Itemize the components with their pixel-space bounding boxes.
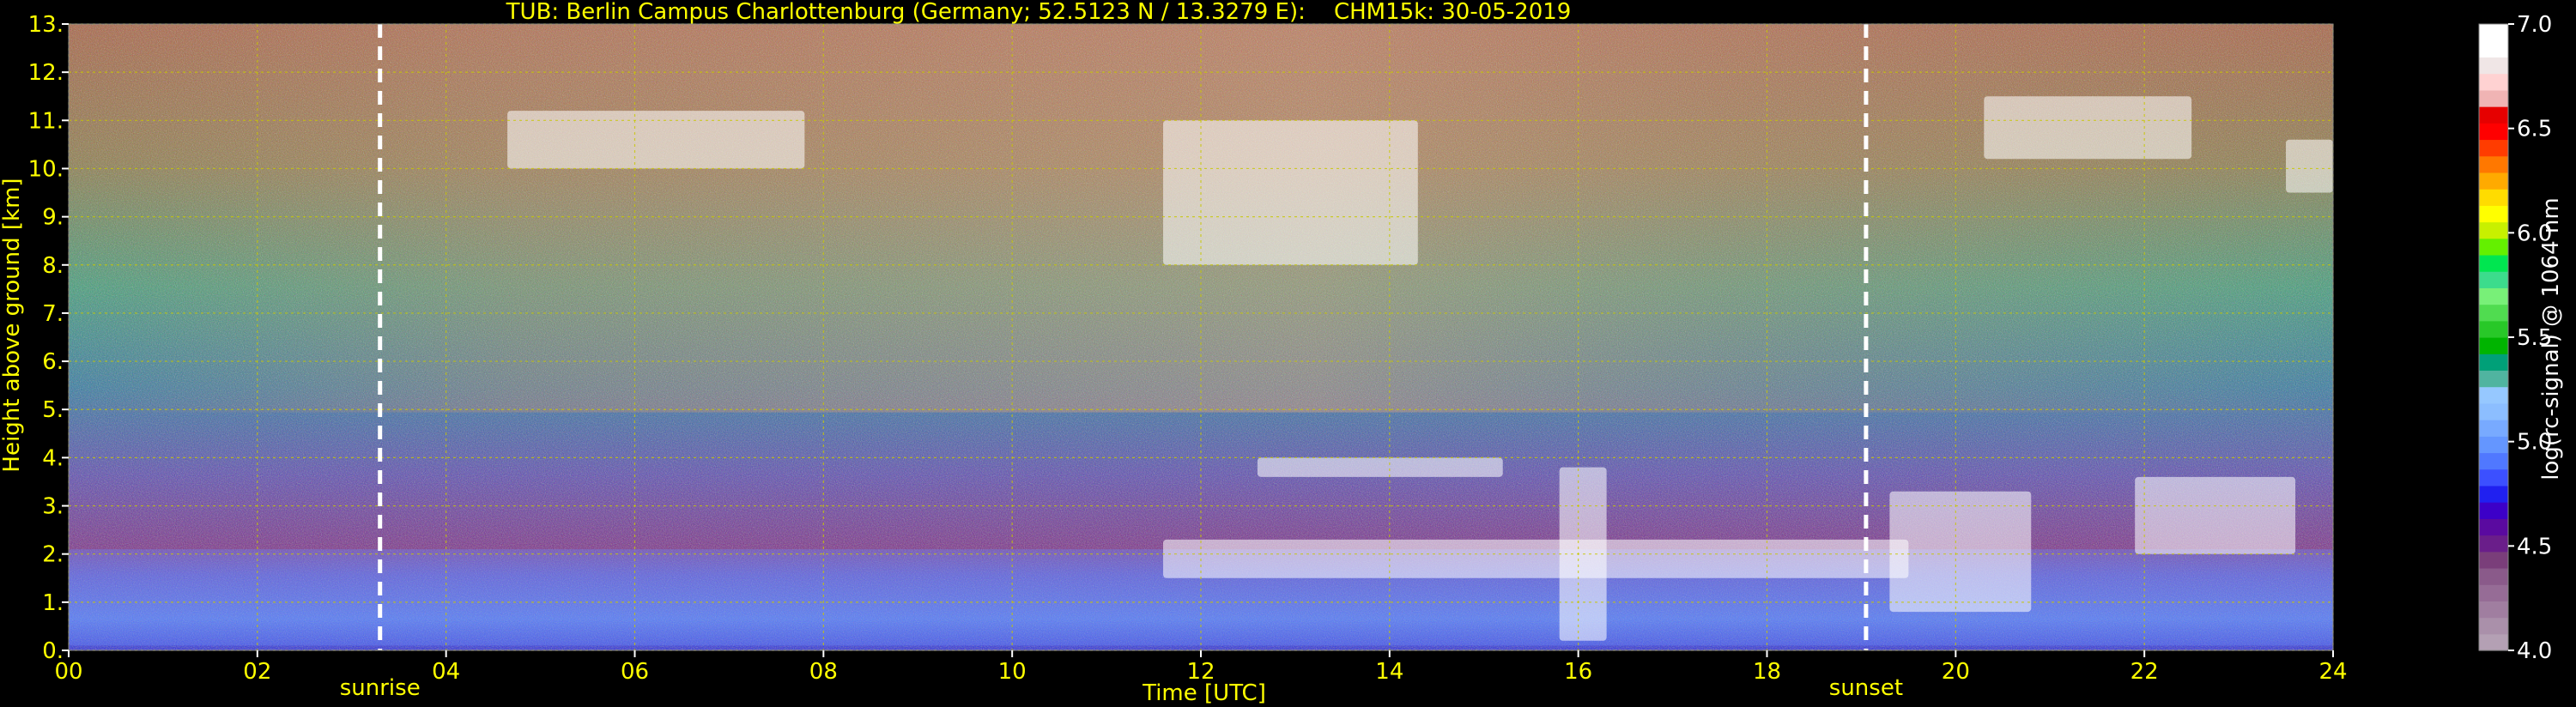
y-tick-label: 7. [42,301,64,327]
y-tick-label: 9. [42,205,64,231]
colorbar-swatch [2479,89,2508,107]
x-tick-label: 24 [2318,659,2347,685]
colorbar-swatch [2479,535,2508,553]
colorbar-swatch [2479,57,2508,75]
x-tick-label: 08 [809,659,838,685]
colorbar-swatch [2479,106,2508,124]
x-tick-label: 10 [998,659,1027,685]
colorbar-swatch [2479,468,2508,486]
colorbar-swatch [2479,337,2508,354]
y-tick-label: 6. [42,349,64,375]
colorbar-swatch [2479,502,2508,519]
colorbar-swatch [2479,370,2508,388]
cloud-feature [1984,96,2192,160]
colorbar-swatch [2479,420,2508,437]
colorbar-swatches [2478,23,2509,651]
colorbar-swatch [2479,221,2508,239]
colorbar-swatch [2479,287,2508,305]
colorbar-swatch [2479,205,2508,223]
colorbar-swatch [2479,601,2508,619]
colorbar-tick-label: 7.0 [2517,12,2552,38]
colorbar-label: log(rc-signal) @ 1064 nm [2538,197,2564,480]
colorbar-tick-label: 6.5 [2517,117,2552,142]
y-tick-label: 3. [42,494,64,520]
colorbar-swatch [2479,617,2508,635]
y-axis-ticks: 0. 1. 2. 3. 4. 5. 6. 7. 8. 9. 10. 11. 12. 13. [28,12,69,664]
colorbar-swatch [2479,238,2508,256]
lidar-chart: sunrise sunset TUB: Berlin Campus Charlot… [0,0,2564,706]
x-tick-label: 16 [1564,659,1592,685]
x-tick-label: 22 [2131,659,2159,685]
y-tick-label: 0. [42,638,64,664]
x-tick-label: 14 [1375,659,1403,685]
cloud-feature [507,111,805,169]
y-axis-label: Height above ground [km] [0,178,25,472]
colorbar-swatch [2479,155,2508,173]
colorbar-swatch [2479,551,2508,569]
colorbar-swatch [2479,271,2508,288]
cloud-feature [2286,139,2333,193]
colorbar-tick-label: 4.0 [2517,638,2552,664]
y-tick-label: 4. [42,445,64,471]
y-tick-label: 10. [28,156,64,182]
x-tick-label: 06 [621,659,649,685]
colorbar-swatch [2479,24,2508,41]
x-tick-label: 12 [1186,659,1215,685]
colorbar-swatch [2479,485,2508,503]
y-tick-label: 2. [42,542,64,568]
x-tick-label: 18 [1753,659,1781,685]
sunset-label: sunset [1829,675,1903,701]
colorbar-swatch [2479,452,2508,470]
colorbar-swatch [2479,40,2508,58]
colorbar-swatch [2479,386,2508,404]
colorbar-swatch [2479,584,2508,601]
cloud-feature [2135,476,2296,554]
x-tick-label: 02 [243,659,271,685]
x-tick-label: 04 [432,659,460,685]
plot-area: sunrise sunset [68,23,2334,701]
sunrise-label: sunrise [340,675,421,701]
cloud-feature [1889,491,2032,613]
y-tick-label: 12. [28,60,64,86]
chart-title: TUB: Berlin Campus Charlottenburg (Germa… [506,0,1572,25]
colorbar-swatch [2479,436,2508,454]
y-tick-label: 8. [42,253,64,279]
y-tick-label: 1. [42,590,64,616]
colorbar-swatch [2479,567,2508,585]
colorbar-swatch [2479,304,2508,322]
colorbar-swatch [2479,123,2508,141]
colorbar: 4.04.55.05.56.06.57.0 log(rc-signal) @ 1… [2478,12,2564,664]
cloud-feature [1257,457,1503,477]
y-tick-label: 13. [28,12,64,38]
colorbar-swatch [2479,139,2508,157]
colorbar-swatch [2479,172,2508,190]
colorbar-tick-label: 4.5 [2517,534,2552,559]
colorbar-swatch [2479,320,2508,338]
y-tick-label: 5. [42,397,64,423]
cloud-feature [1163,539,1909,578]
colorbar-swatch [2479,354,2508,372]
colorbar-swatch [2479,189,2508,206]
colorbar-swatch [2479,402,2508,420]
x-tick-label: 20 [1942,659,1970,685]
colorbar-swatch [2479,73,2508,91]
colorbar-swatch [2479,254,2508,272]
colorbar-swatch [2479,633,2508,651]
colorbar-swatch [2479,518,2508,536]
y-tick-label: 11. [28,108,64,134]
